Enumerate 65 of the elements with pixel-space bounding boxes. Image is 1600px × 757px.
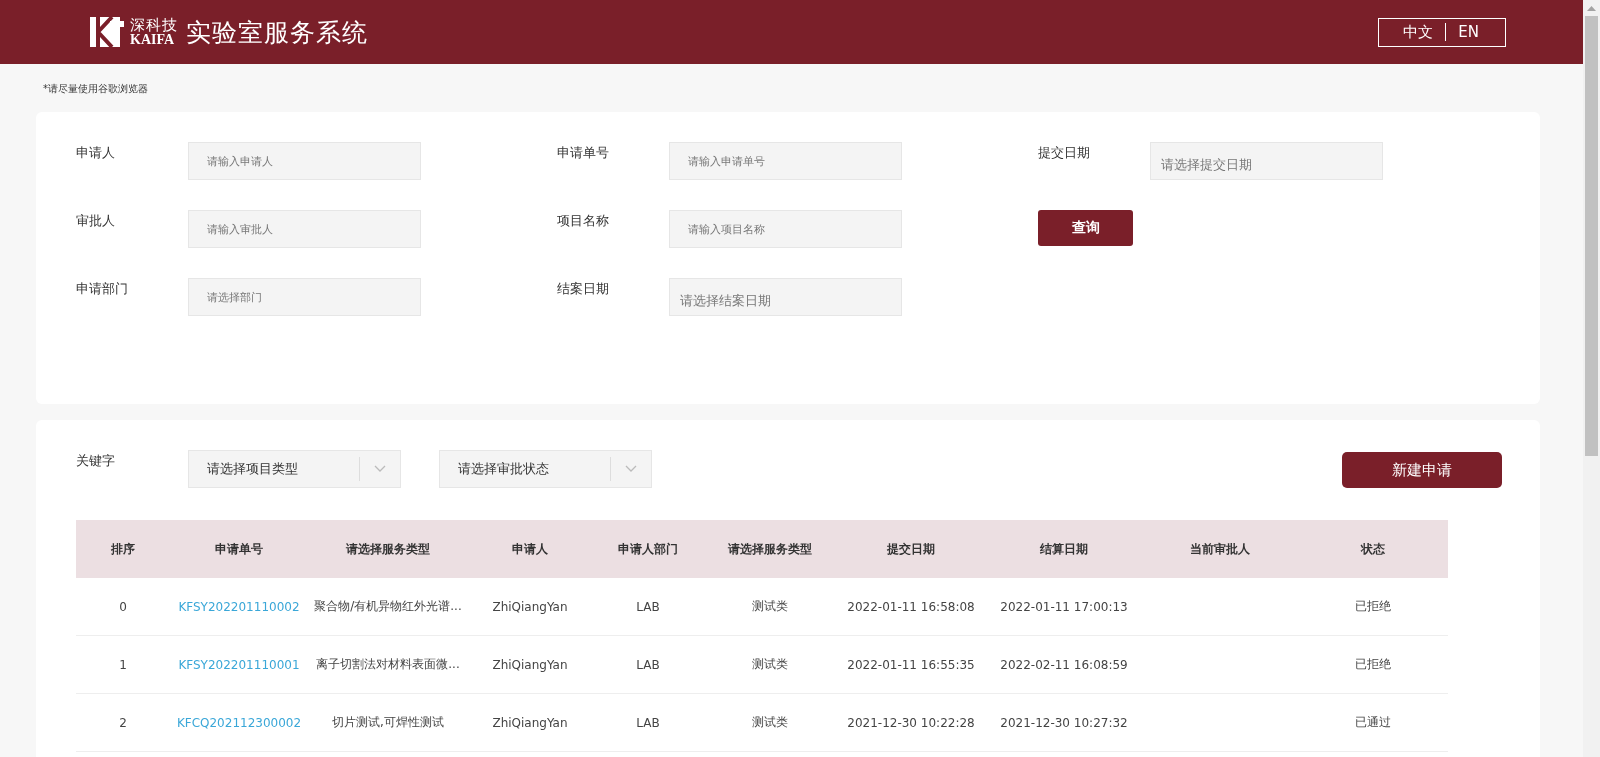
table-cell: 2022-02-11 16:08:59 (986, 635, 1142, 694)
table-cell: 2 (76, 693, 170, 752)
brand-name: KAIFA (130, 32, 175, 47)
select-field[interactable]: 请选择项目类型 (188, 450, 401, 488)
chevron-down-icon (625, 465, 637, 473)
table-cell: 2021-12-30 10:22:28 (836, 693, 986, 752)
column-header: 请选择服务类型 (704, 520, 836, 578)
input-field[interactable]: 请输入申请单号 (669, 142, 902, 180)
column-header: 申请人 (468, 520, 592, 578)
table-cell: LAB (592, 635, 704, 694)
field-label: 审批人 (76, 212, 116, 230)
input-field[interactable]: 请输入审批人 (188, 210, 421, 248)
field-label: 结案日期 (557, 280, 610, 298)
column-header: 当前审批人 (1142, 520, 1297, 578)
table-cell: ZhiQiangYan (468, 693, 592, 752)
table-cell: 已通过 (1297, 693, 1448, 752)
table-cell: 已拒绝 (1297, 635, 1448, 694)
table-cell: ZhiQiangYan (468, 578, 592, 636)
language-link[interactable]: EN (1446, 23, 1491, 41)
table-cell: 2021-12-30 10:27:32 (986, 693, 1142, 752)
brand-name: 深科技 (130, 17, 178, 33)
field-label: 申请部门 (76, 280, 129, 298)
scroll-up-icon (1587, 6, 1596, 11)
query-button[interactable]: 查询 (1038, 210, 1133, 246)
field-label: 申请单号 (557, 144, 610, 162)
column-header: 状态 (1297, 520, 1448, 578)
table-cell: 测试类 (704, 693, 836, 752)
table-cell: LAB (592, 693, 704, 752)
column-header: 提交日期 (836, 520, 986, 578)
input-field[interactable]: 请选择部门 (188, 278, 421, 316)
date-field[interactable]: 请选择提交日期 (1150, 142, 1383, 180)
select-field[interactable]: 请选择审批状态 (439, 450, 652, 488)
app-title: 实验室服务系统 (186, 16, 368, 49)
table-cell: 聚合物/有机异物红外光谱... (308, 578, 468, 636)
field-label: 项目名称 (557, 212, 610, 230)
table-cell: LAB (592, 578, 704, 636)
column-header: 排序 (76, 520, 170, 578)
input-field[interactable]: 请输入项目名称 (669, 210, 902, 248)
new-request-button[interactable]: 新建申请 (1342, 452, 1502, 488)
field-label: 提交日期 (1038, 144, 1091, 162)
column-header: 申请单号 (170, 520, 308, 578)
table-cell: 切片测试,可焊性测试 (308, 693, 468, 752)
table-cell: 测试类 (704, 578, 836, 636)
table-cell: 离子切割法对材料表面微... (308, 635, 468, 694)
column-header: 结算日期 (986, 520, 1142, 578)
table-cell: 2022-01-11 17:00:13 (986, 578, 1142, 636)
field-label: 申请人 (76, 144, 116, 162)
table-cell: 2022-01-11 16:55:35 (836, 635, 986, 694)
field-label: 关键字 (76, 452, 116, 470)
table-cell: 1 (76, 635, 170, 694)
language-link[interactable]: 中文 (1391, 22, 1446, 42)
table-cell: 2022-01-11 16:58:08 (836, 578, 986, 636)
table-cell: 测试类 (704, 635, 836, 694)
column-header: 请选择服务类型 (308, 520, 468, 578)
table-cell: 0 (76, 578, 170, 636)
logo-icon (90, 17, 124, 47)
table-cell: ZhiQiangYan (468, 635, 592, 694)
input-field[interactable]: 请输入申请人 (188, 142, 421, 180)
scrollbar[interactable] (1583, 0, 1600, 757)
date-field[interactable]: 请选择结案日期 (669, 278, 902, 316)
column-header: 申请人部门 (592, 520, 704, 578)
browser-notice: *请尽量使用谷歌浏览器 (43, 82, 149, 96)
table-cell: 已拒绝 (1297, 578, 1448, 636)
chevron-down-icon (374, 465, 386, 473)
scrollbar-thumb[interactable] (1585, 16, 1598, 456)
